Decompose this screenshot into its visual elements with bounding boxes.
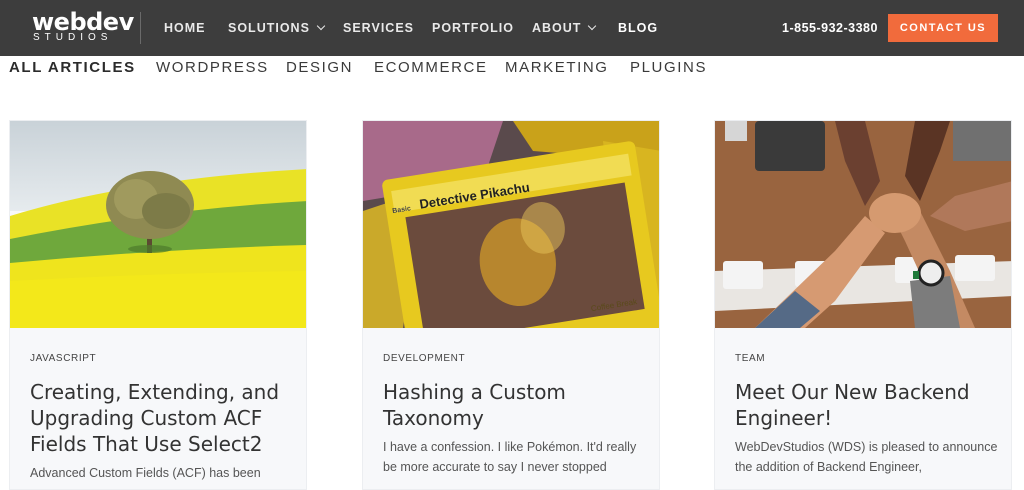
filter-plugins[interactable]: PLUGINS (630, 59, 707, 77)
article-card[interactable]: TEAM Meet Our New Backend Engineer! WebD… (714, 120, 1012, 490)
article-excerpt: WebDevStudios (WDS) is pleased to announ… (735, 440, 998, 474)
team-fist-bump-image (715, 121, 1011, 328)
nav-home[interactable]: HOME (164, 20, 206, 36)
article-excerpt: I have a confession. I like Pokémon. It'… (383, 440, 637, 474)
logo-wordmark: webdev (32, 8, 134, 36)
article-category[interactable]: JAVASCRIPT (30, 353, 96, 365)
filter-marketing[interactable]: MARKETING (505, 59, 609, 77)
nav-portfolio[interactable]: PORTFOLIO (432, 20, 514, 36)
phone-number[interactable]: 1-855-932-3380 (782, 20, 878, 36)
site-header: webdev STUDIOS HOME SOLUTIONS SERVICES P… (0, 0, 1024, 56)
tree-field-image (10, 121, 306, 328)
article-card[interactable]: Basic Detective Pikachu Coffee Break DEV… (362, 120, 660, 490)
logo-divider (140, 12, 141, 44)
nav-home-label: HOME (164, 21, 206, 35)
nav-solutions-label: SOLUTIONS (228, 21, 310, 35)
site-logo[interactable]: webdev STUDIOS (32, 10, 134, 46)
article-card[interactable]: JAVASCRIPT Creating, Extending, and Upgr… (9, 120, 307, 490)
article-category[interactable]: DEVELOPMENT (383, 353, 465, 365)
nav-blog[interactable]: BLOG (618, 20, 658, 36)
article-thumbnail[interactable] (10, 121, 306, 328)
article-thumbnail[interactable]: Basic Detective Pikachu Coffee Break (363, 121, 659, 328)
article-excerpt: Advanced Custom Fields (ACF) has been (30, 466, 261, 480)
category-filter-tabs: ALL ARTICLES WORDPRESS DESIGN ECOMMERCE … (0, 56, 1024, 82)
article-title[interactable]: Hashing a Custom Taxonomy (383, 379, 645, 431)
nav-services-label: SERVICES (343, 21, 414, 35)
logo-subtitle: STUDIOS (33, 32, 113, 43)
chevron-down-icon (588, 21, 597, 31)
article-thumbnail[interactable] (715, 121, 1011, 328)
pokemon-cards-image: Basic Detective Pikachu Coffee Break (363, 121, 659, 328)
contact-us-button[interactable]: CONTACT US (888, 14, 998, 42)
nav-portfolio-label: PORTFOLIO (432, 21, 514, 35)
article-title[interactable]: Meet Our New Backend Engineer! (735, 379, 997, 431)
nav-about-label: ABOUT (532, 21, 582, 35)
filter-design[interactable]: DESIGN (286, 59, 353, 77)
nav-blog-label: BLOG (618, 21, 659, 35)
filter-ecommerce[interactable]: ECOMMERCE (374, 59, 488, 77)
article-category[interactable]: TEAM (735, 353, 765, 365)
article-title[interactable]: Creating, Extending, and Upgrading Custo… (30, 379, 292, 457)
nav-about[interactable]: ABOUT (532, 20, 597, 36)
nav-services[interactable]: SERVICES (343, 20, 414, 36)
filter-wordpress[interactable]: WORDPRESS (156, 59, 269, 77)
filter-all-articles[interactable]: ALL ARTICLES (9, 59, 136, 77)
nav-solutions[interactable]: SOLUTIONS (228, 20, 326, 36)
chevron-down-icon (316, 21, 326, 31)
